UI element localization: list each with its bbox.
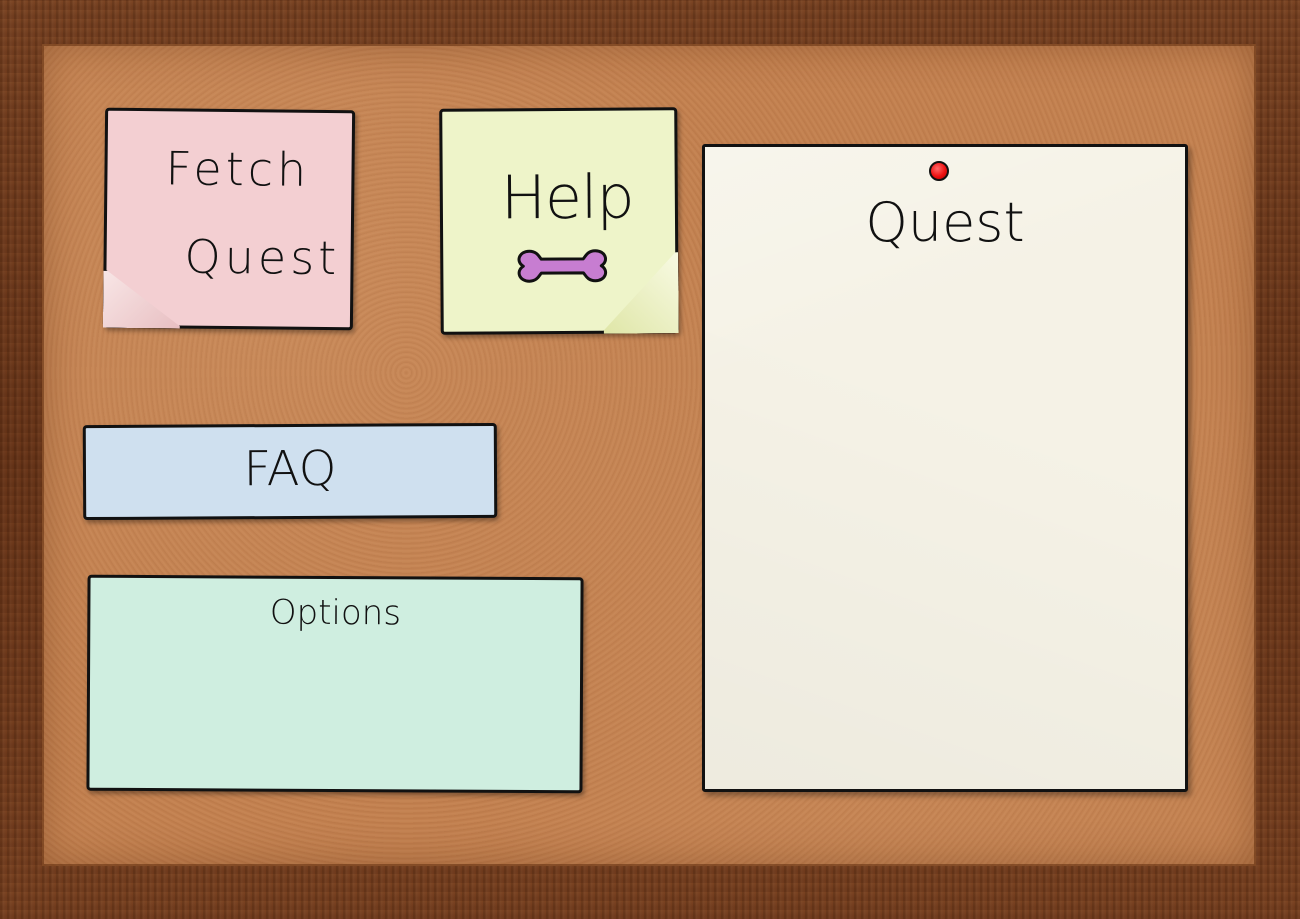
options-button[interactable]: Options: [86, 574, 584, 794]
game-title-line2: Quest: [184, 229, 341, 286]
quest-paper[interactable]: Quest: [702, 144, 1188, 792]
game-title-line1: Fetch: [165, 141, 311, 197]
page-curl: [600, 249, 679, 334]
bone-icon: [517, 249, 608, 283]
quest-label: Quest: [865, 191, 1025, 254]
game-title-note: Fetch Quest: [102, 107, 356, 331]
help-label: Help: [500, 162, 634, 234]
faq-button[interactable]: FAQ: [82, 422, 498, 521]
options-label: Options: [269, 592, 402, 634]
faq-label: FAQ: [243, 440, 337, 498]
page-curl: [103, 268, 184, 329]
pushpin-icon: [929, 161, 949, 181]
help-button[interactable]: Help: [439, 107, 679, 335]
